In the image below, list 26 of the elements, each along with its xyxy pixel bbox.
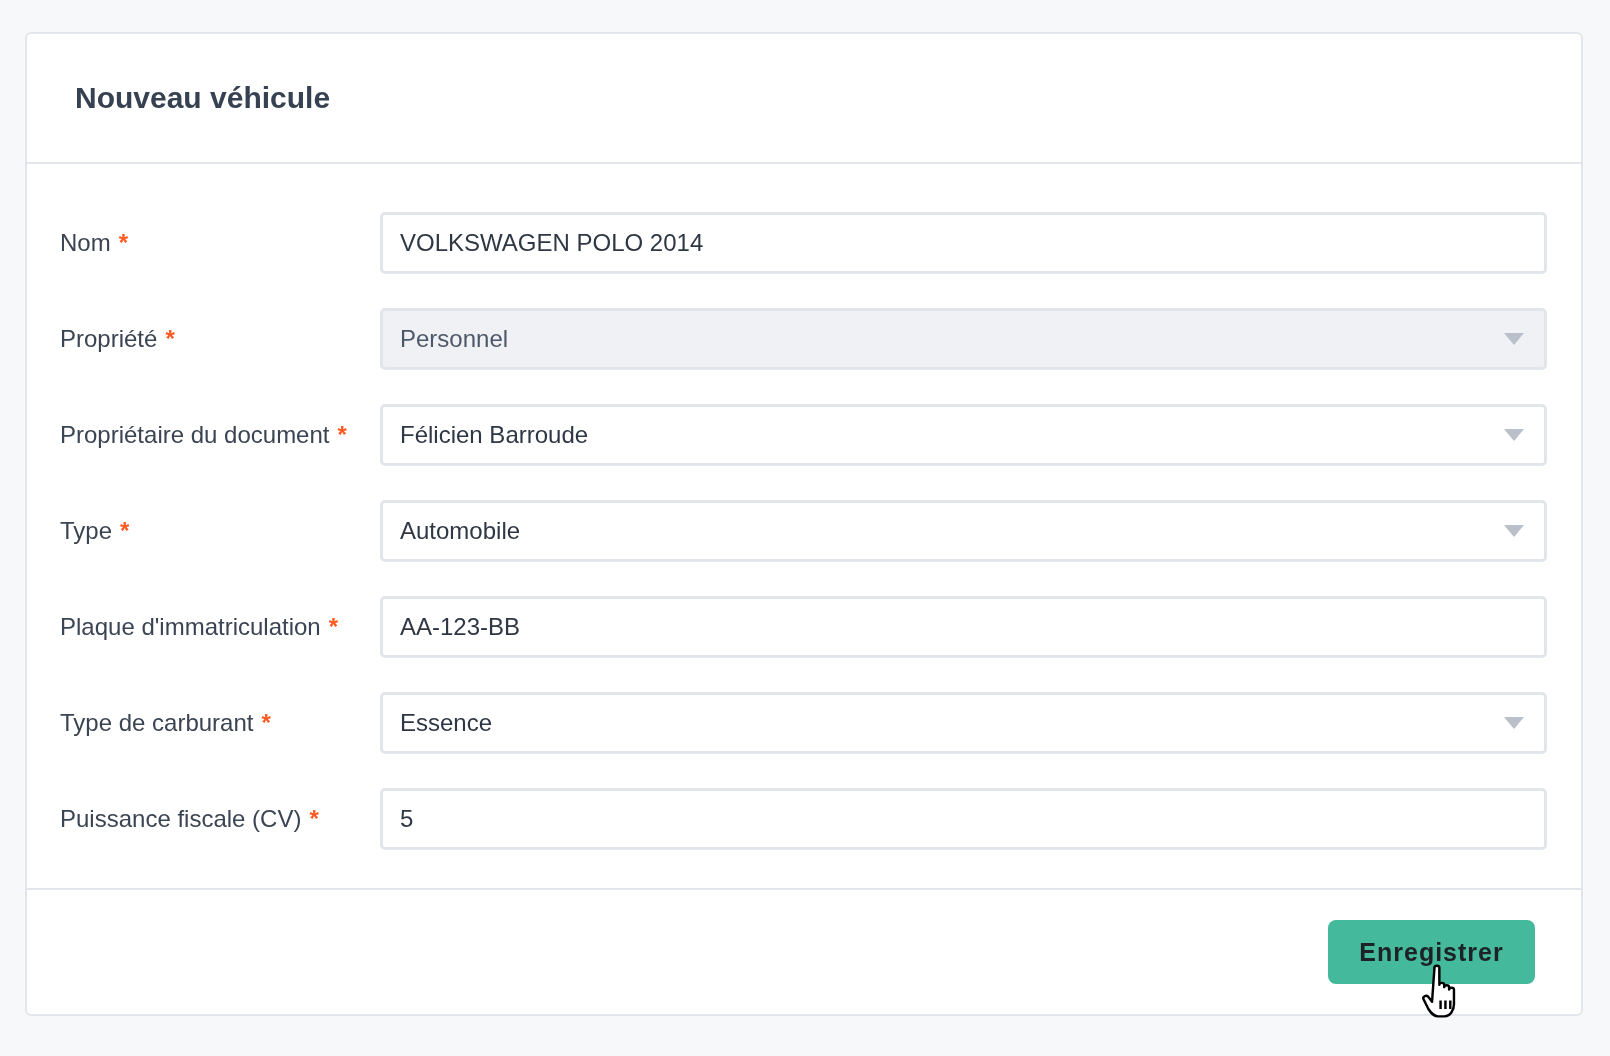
input-field[interactable]: VOLKSWAGEN POLO 2014 — [380, 212, 1547, 274]
caret-icon — [1504, 333, 1524, 345]
required-asterisk: * — [261, 710, 271, 736]
field-label: Plaque d'immatriculation — [60, 614, 321, 640]
field-label: Nom — [60, 230, 111, 256]
dropdown-field[interactable]: Automobile — [380, 500, 1547, 562]
required-asterisk: * — [309, 806, 319, 832]
dropdown-field[interactable]: Félicien Barroude — [380, 404, 1547, 466]
input-field[interactable]: 5 — [380, 788, 1547, 850]
input-field[interactable]: AA-123-BB — [380, 596, 1547, 658]
dropdown-field[interactable]: Essence — [380, 692, 1547, 754]
form-title: Nouveau véhicule — [75, 81, 331, 115]
field-label: Type — [60, 518, 113, 544]
save-button[interactable]: Enregistrer — [1328, 920, 1535, 984]
caret-icon — [1504, 717, 1524, 729]
required-asterisk: * — [328, 614, 339, 640]
field-label: Propriété — [60, 326, 158, 352]
caret-icon — [1504, 525, 1524, 537]
required-asterisk: * — [120, 518, 130, 544]
required-asterisk: * — [337, 422, 347, 448]
required-asterisk: * — [165, 326, 175, 352]
caret-icon — [1504, 429, 1524, 441]
field-label: Puissance fiscale (CV) — [60, 806, 302, 832]
required-asterisk: * — [118, 230, 128, 256]
field-label: Type de carburant — [60, 710, 254, 736]
field-label: Propriétaire du document — [60, 422, 330, 448]
